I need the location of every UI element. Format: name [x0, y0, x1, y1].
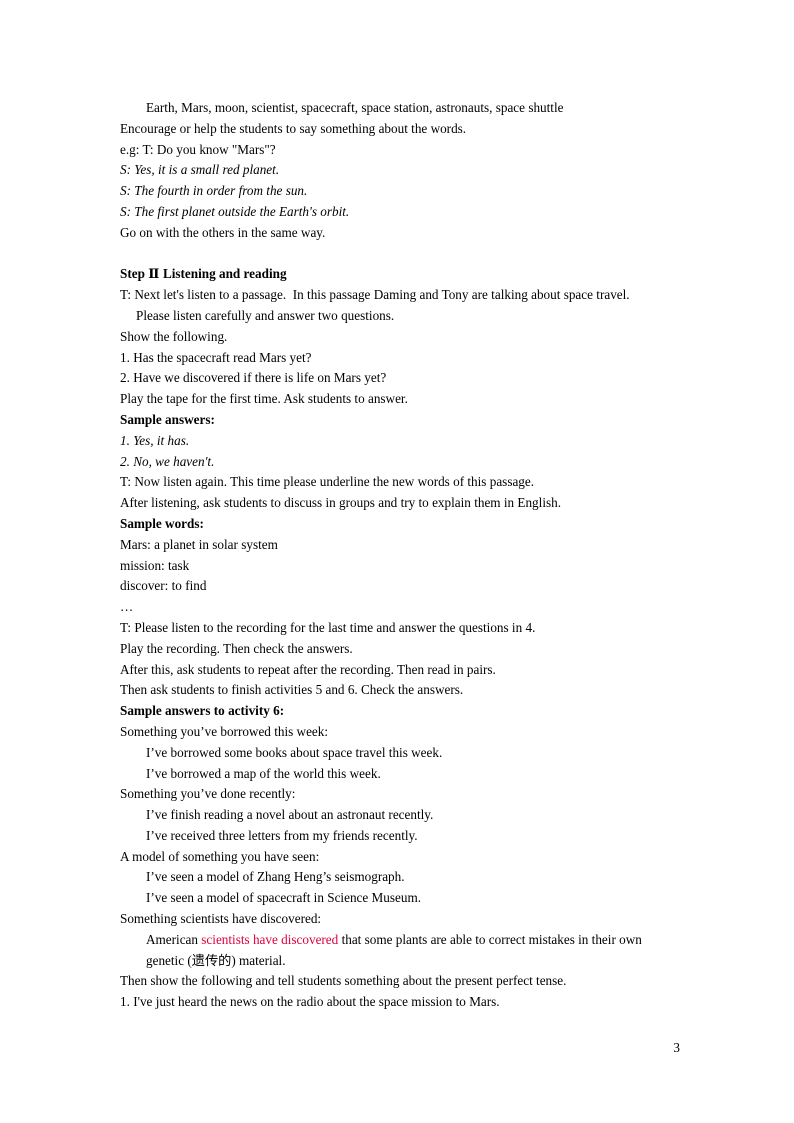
answer-discovered-prefix: American [146, 931, 202, 947]
prompt-model: A model of something you have seen: [120, 848, 320, 864]
word-discover: discover: to find [120, 578, 207, 594]
answer-borrowed-1: I’ve borrowed some books about space tra… [146, 744, 443, 760]
sample-words-heading: Sample words: [120, 515, 204, 531]
sample-answer-1: 1. Yes, it has. [120, 432, 190, 448]
encourage-line: Encourage or help the students to say so… [120, 120, 467, 136]
answer-model-1: I’ve seen a model of Zhang Heng’s seismo… [146, 869, 405, 885]
sample-answers-heading: Sample answers: [120, 411, 215, 427]
vocabulary-line: Earth, Mars, moon, scientist, spacecraft… [146, 100, 564, 115]
answer-borrowed-2: I’ve borrowed a map of the world this we… [146, 765, 381, 781]
then-show-line: Then show the following and tell student… [120, 973, 567, 989]
sample-answers-activity6-heading: Sample answers to activity 6: [120, 703, 285, 719]
answer-discovered-line-1: American scientists have discovered that… [120, 930, 680, 951]
after-listening-line: After listening, ask students to discuss… [120, 495, 562, 511]
student-response-2: S: The fourth in order from the sun. [120, 183, 308, 199]
answer-done-2: I’ve received three letters from my frie… [146, 827, 418, 843]
student-response-1: S: Yes, it is a small red planet. [120, 162, 280, 178]
question-2: 2. Have we discovered if there is life o… [120, 370, 387, 386]
answer-discovered-suffix: that some plants are able to correct mis… [338, 931, 642, 947]
prompt-discovered: Something scientists have discovered: [120, 911, 322, 927]
teacher-intro-line-2: Please listen carefully and answer two q… [136, 307, 395, 323]
step-title: Listening and reading [159, 266, 287, 282]
answer-discovered-line-2: genetic (遗传的) material. [146, 952, 286, 968]
document-page: Earth, Mars, moon, scientist, spacecraft… [0, 0, 794, 1123]
go-on-line: Go on with the others in the same way. [120, 224, 326, 240]
teacher-intro-line-1: T: Next let's listen to a passage. In th… [120, 287, 630, 303]
sample-answer-2: 2. No, we haven't. [120, 453, 215, 469]
question-1: 1. Has the spacecraft read Mars yet? [120, 349, 312, 365]
activities-line: Then ask students to finish activities 5… [120, 682, 464, 698]
student-response-3: S: The first planet outside the Earth's … [120, 203, 350, 219]
step-2-heading: Step Ⅱ Listening and reading [120, 264, 680, 285]
play-tape-line: Play the tape for the first time. Ask st… [120, 391, 408, 407]
answer-done-1: I’ve finish reading a novel about an ast… [146, 807, 434, 823]
play-recording-line: Play the recording. Then check the answe… [120, 640, 353, 656]
listen-again-line: T: Now listen again. This time please un… [120, 474, 535, 490]
page-number: 3 [673, 1040, 680, 1055]
document-body: Earth, Mars, moon, scientist, spacecraft… [120, 98, 680, 1013]
example-prompt-line: e.g: T: Do you know "Mars"? [120, 141, 276, 157]
show-following-line: Show the following. [120, 328, 228, 344]
listen-last-time-line: T: Please listen to the recording for th… [120, 619, 536, 635]
answer-model-2: I’ve seen a model of spacecraft in Scien… [146, 890, 421, 906]
ellipsis-line: … [120, 599, 134, 615]
repeat-after-line: After this, ask students to repeat after… [120, 661, 496, 677]
highlighted-phrase: scientists have discovered [201, 931, 339, 947]
prompt-done: Something you’ve done recently: [120, 786, 296, 802]
word-mars: Mars: a planet in solar system [120, 536, 278, 552]
step-label: Step [120, 266, 149, 282]
roman-numeral-two: Ⅱ [148, 266, 160, 282]
prompt-borrowed: Something you’ve borrowed this week: [120, 723, 329, 739]
word-mission: mission: task [120, 557, 190, 573]
example-sentence-1: 1. I've just heard the news on the radio… [120, 994, 500, 1010]
